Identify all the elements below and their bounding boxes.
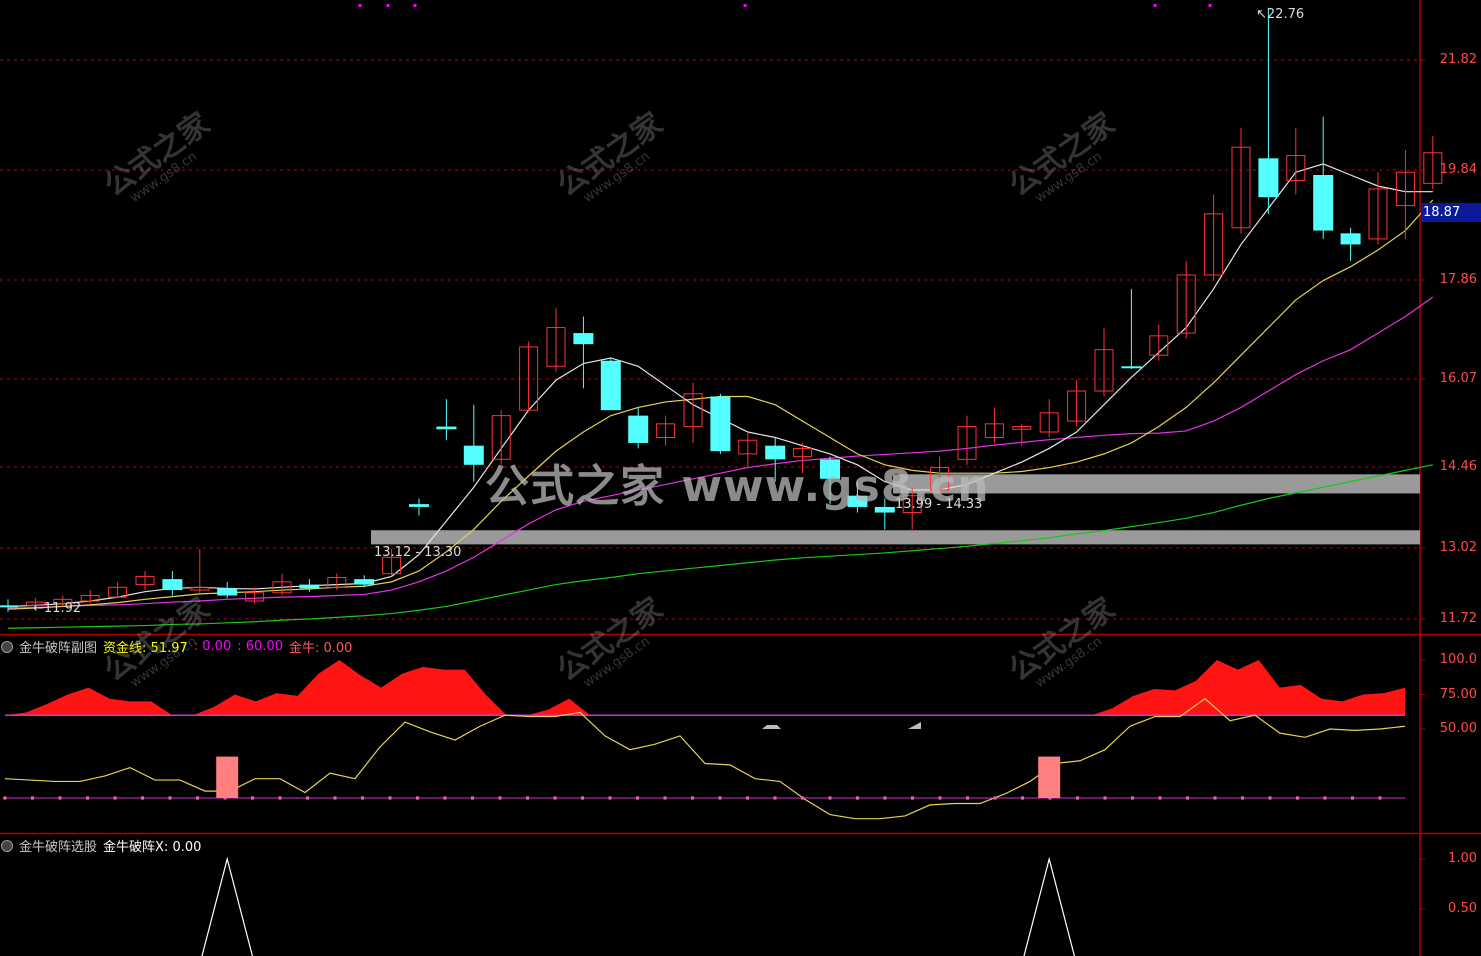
high-price-label: ↖22.76 (1256, 7, 1305, 22)
y-tick-label: 75.00 (1439, 686, 1477, 702)
candle-body (409, 504, 429, 507)
y-tick-label: 11.72 (1439, 611, 1477, 626)
y-tick-label: 100.0 (1439, 652, 1477, 667)
legend-select-x: 金牛破阵X: 0.00 (103, 840, 202, 855)
select-indicator-header: 金牛破阵选股 金牛破阵X: 0.00 (0, 836, 201, 855)
marker-triangle (762, 725, 781, 729)
candle-body (573, 333, 594, 345)
y-tick-label: 0.50 (1448, 901, 1477, 916)
red-area (5, 660, 1405, 716)
candle-body (1340, 233, 1361, 245)
y-tick-label: 1.00 (1448, 851, 1477, 866)
fund-line (4, 697, 1406, 820)
signal-dot (386, 4, 390, 7)
candle-body (1121, 366, 1142, 369)
legend-jinniu: 金牛: 0.00 (288, 641, 353, 656)
low-price-label: ←11.92 (33, 601, 82, 616)
support-zone-lower (371, 530, 1420, 545)
indicator-toggle-icon[interactable] (1, 839, 13, 852)
candle-body (299, 584, 320, 589)
y-tick-label: 17.86 (1439, 272, 1477, 287)
y-tick-label: 14.46 (1439, 459, 1477, 474)
candle-body (0, 605, 18, 608)
y-tick-label: 19.84 (1439, 162, 1477, 177)
candle-body (1313, 175, 1334, 231)
jinniu-bar (1038, 756, 1061, 798)
candle-body (628, 415, 649, 443)
y-tick-label: 16.07 (1439, 371, 1477, 386)
y-tick-label: 21.82 (1439, 52, 1477, 67)
marker-triangle (908, 722, 921, 729)
sub-indicator-title: 金牛破阵副图 (19, 641, 98, 656)
candle-body (1258, 158, 1279, 198)
candle-body (463, 445, 484, 465)
candle-body (162, 579, 183, 591)
legend-value-3: : 60.00 (237, 639, 283, 654)
zone-label-lower: 13.12 - 13.30 (374, 545, 462, 560)
center-watermark: 公式之家 www.gs8.cn (485, 461, 990, 512)
select-indicator-title: 金牛破阵选股 (19, 840, 98, 855)
select-spike (201, 856, 254, 956)
signal-dot (413, 4, 417, 7)
signal-dot (1153, 4, 1157, 7)
current-price-tag: 18.87 (1421, 203, 1481, 222)
jinniu-bar (216, 756, 239, 798)
candle-body (600, 360, 621, 411)
candle-body (710, 396, 731, 452)
candle-body (354, 579, 375, 585)
indicator-toggle-icon[interactable] (1, 640, 13, 653)
candle-body (436, 426, 457, 430)
y-tick-label: 13.02 (1439, 540, 1477, 555)
select-spike (1023, 856, 1076, 956)
signal-dot (743, 4, 747, 7)
y-tick-label: 50.00 (1439, 721, 1477, 736)
candle-body (217, 588, 238, 596)
signal-dot (358, 4, 362, 7)
signal-dot (1208, 4, 1212, 7)
